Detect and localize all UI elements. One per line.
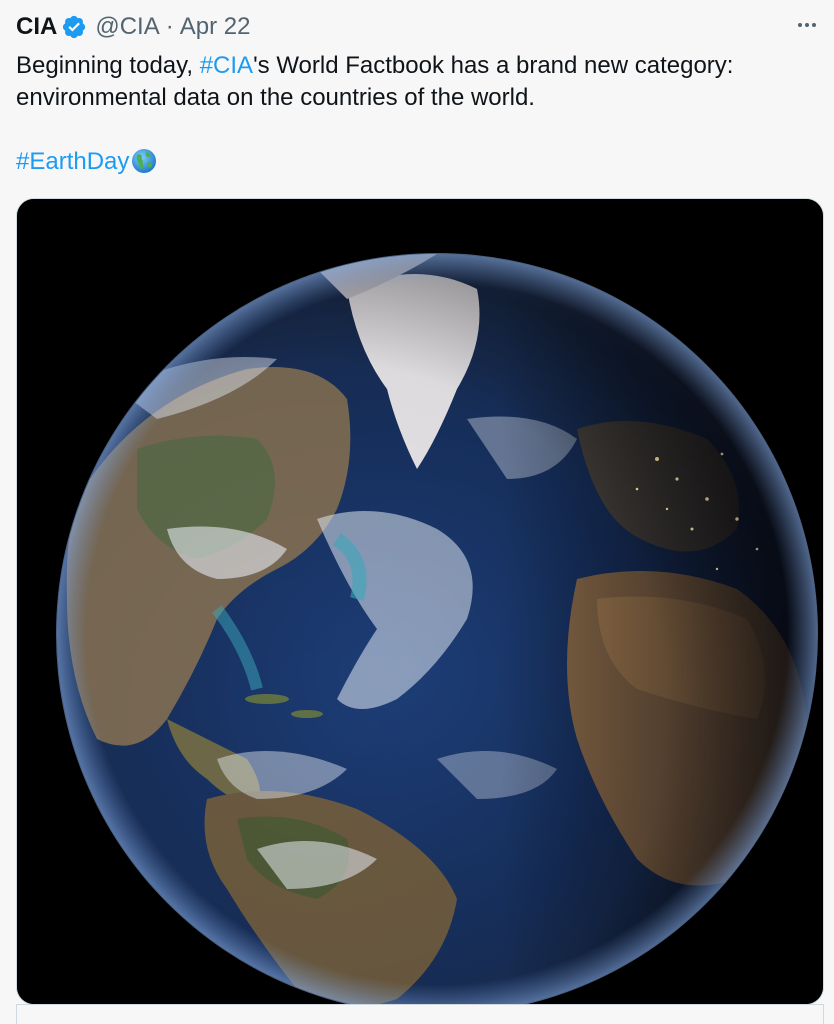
cia-hashtag-link[interactable]: #CIA bbox=[200, 52, 253, 79]
tweet-text-part: Beginning today, bbox=[16, 52, 200, 79]
earth-photo-graphic bbox=[17, 199, 823, 1004]
author-name[interactable]: CIA bbox=[16, 13, 57, 41]
more-dot bbox=[805, 23, 809, 27]
tweet-text-part: 's World Factbook has a brand new catego… bbox=[253, 52, 734, 79]
earth-globe-photo[interactable] bbox=[16, 198, 824, 1005]
earthday-hashtag-link[interactable]: #EarthDay bbox=[16, 148, 129, 175]
author-handle[interactable]: @CIA bbox=[95, 13, 159, 41]
more-dot bbox=[812, 23, 816, 27]
tweet: CIA @CIA · Apr 22 Beginning today, #CIA'… bbox=[0, 0, 834, 1024]
globe-showing-americas-icon bbox=[131, 148, 157, 174]
tweet-text-line: environmental data on the countries of t… bbox=[16, 84, 535, 111]
tweet-text: Beginning today, #CIA's World Factbook h… bbox=[16, 50, 816, 178]
tweet-header: CIA @CIA · Apr 22 bbox=[16, 10, 250, 44]
tweet-date[interactable]: Apr 22 bbox=[180, 13, 251, 41]
verified-badge-icon bbox=[61, 14, 87, 40]
photo-card-footer bbox=[16, 1004, 824, 1024]
more-options-icon[interactable] bbox=[792, 10, 822, 40]
more-dot bbox=[798, 23, 802, 27]
separator-dot: · bbox=[165, 13, 174, 40]
